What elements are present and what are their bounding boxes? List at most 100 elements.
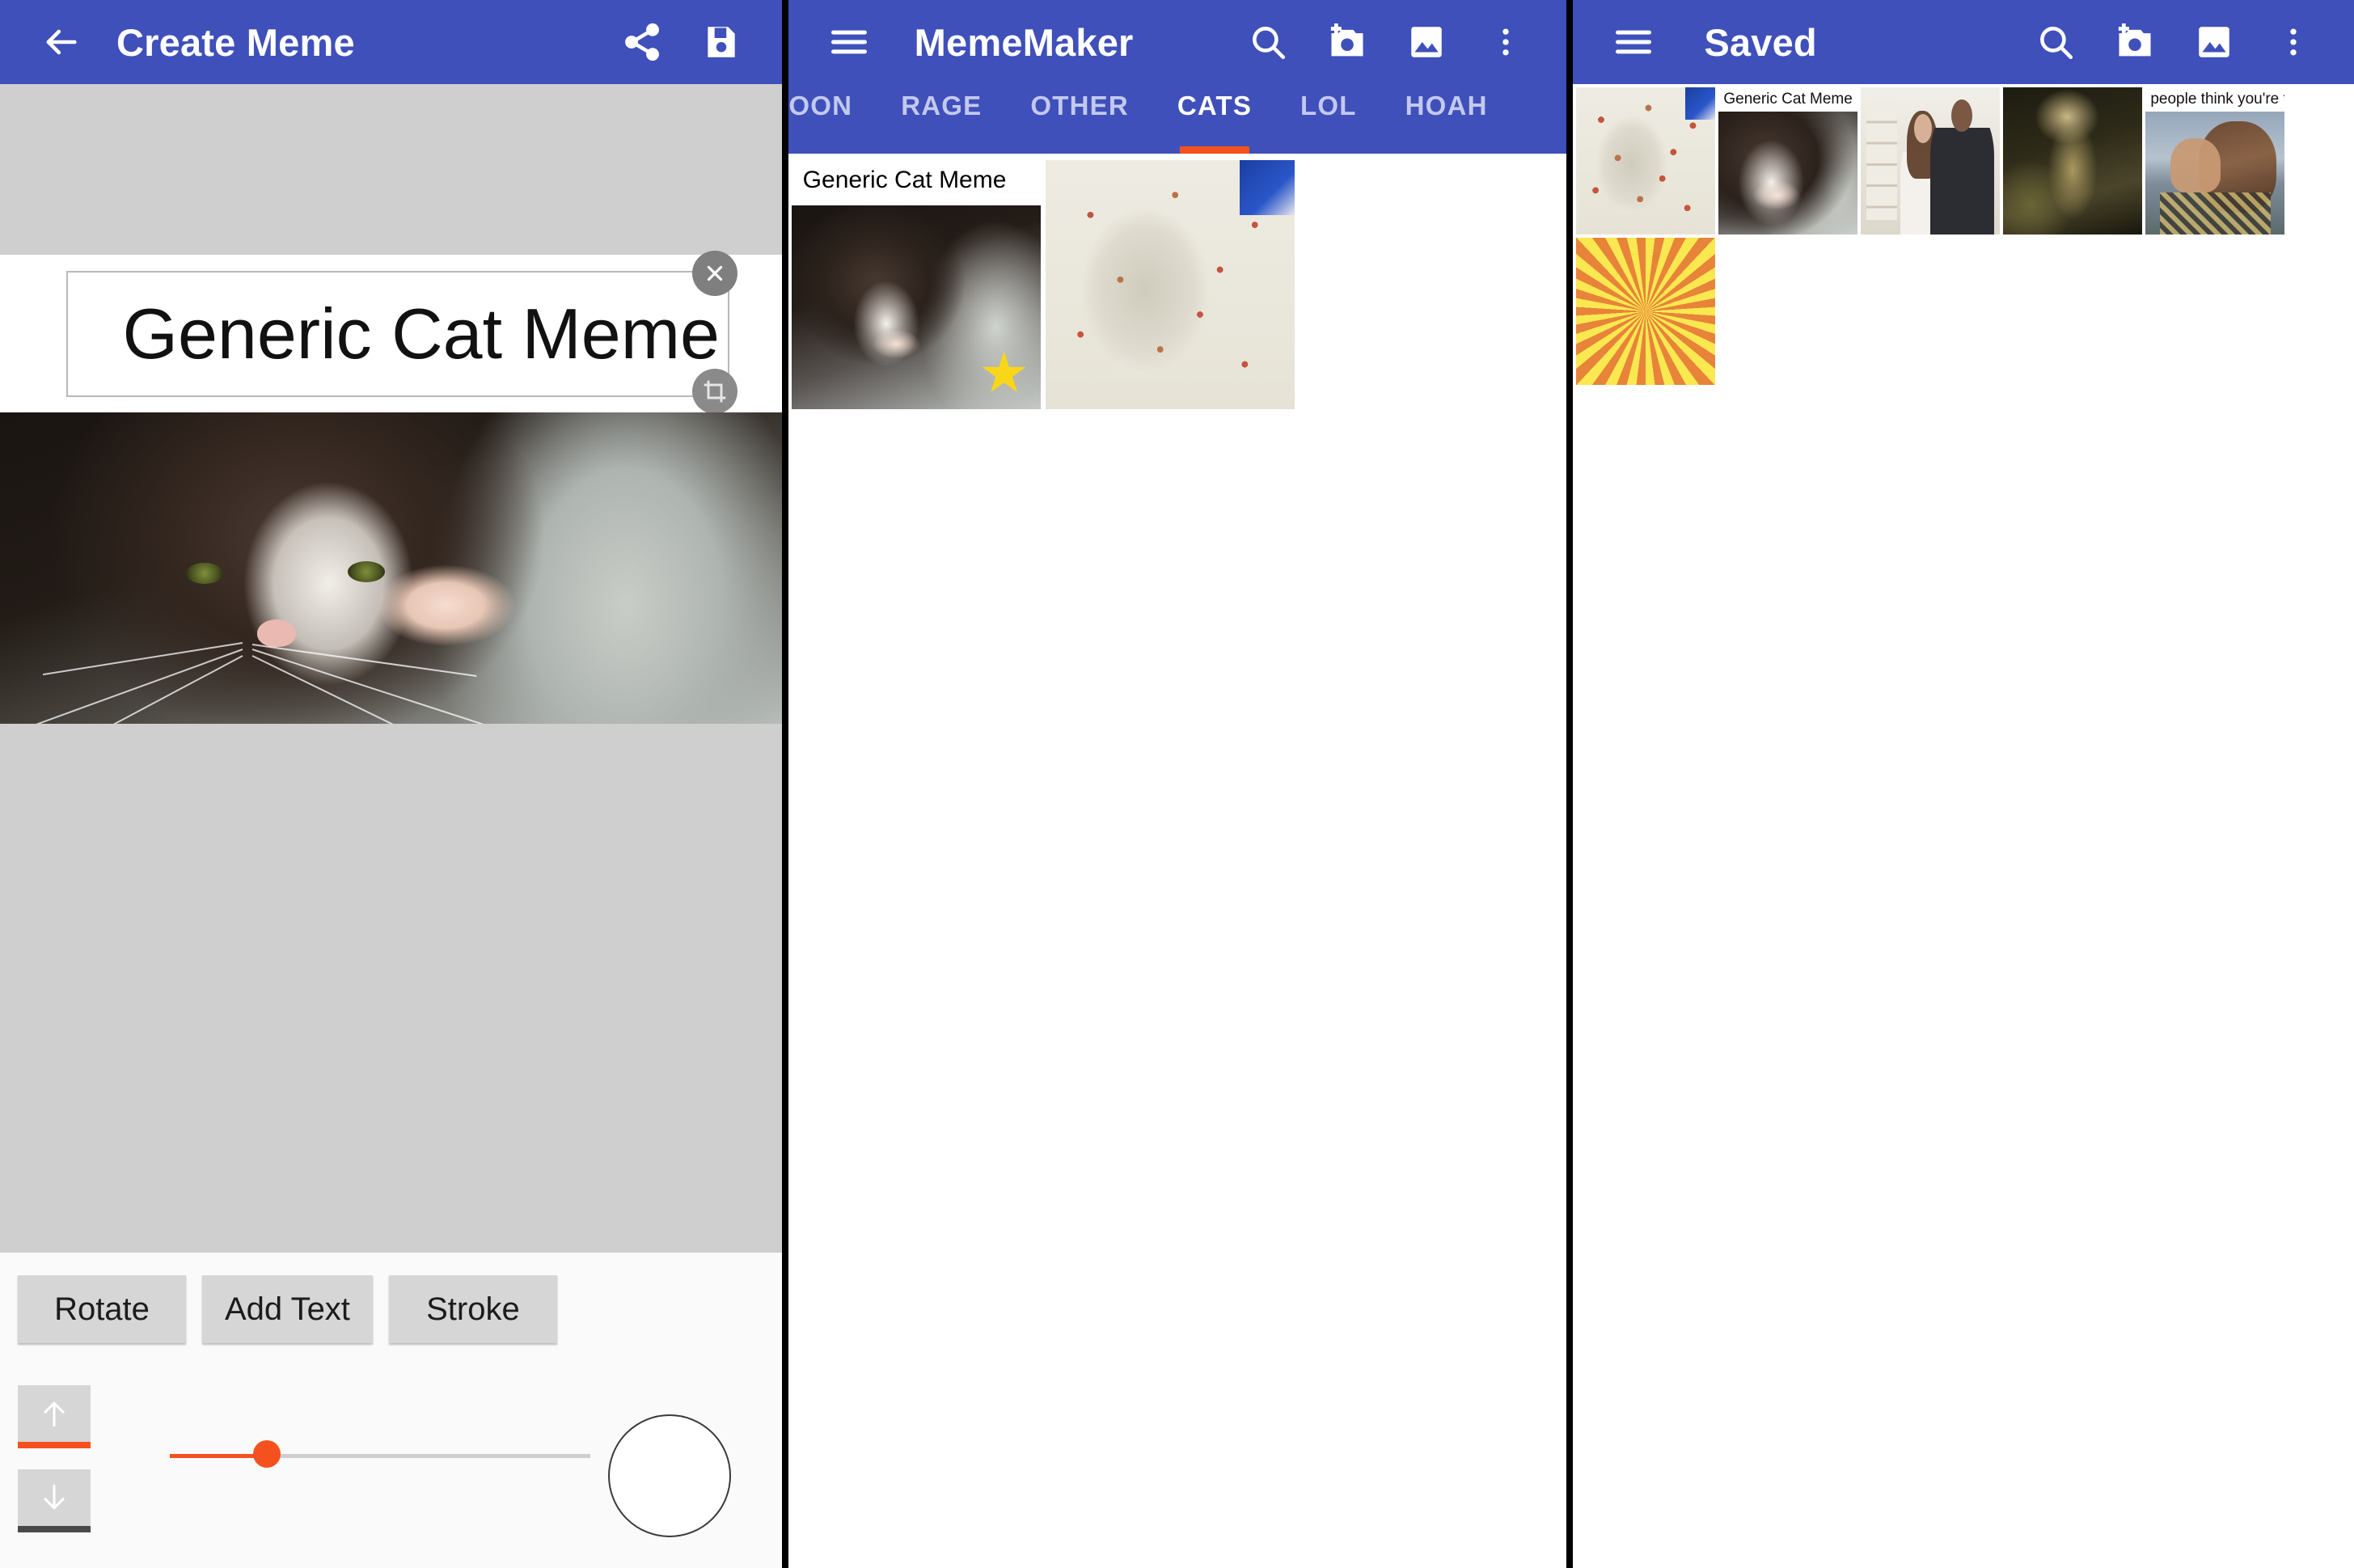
color-swatch-button[interactable] — [608, 1414, 731, 1537]
gallery-button[interactable] — [1387, 22, 1466, 62]
rug-flag-corner — [1684, 87, 1716, 120]
tab-rage[interactable]: RAGE — [877, 84, 1006, 154]
favorite-star-icon[interactable]: ★ — [978, 344, 1031, 401]
search-icon — [1248, 22, 1288, 62]
share-button[interactable] — [602, 21, 682, 63]
editor-button-row: Rotate Add Text Stroke — [0, 1253, 782, 1343]
image-icon — [2194, 22, 2234, 62]
cat-eye-right — [348, 561, 385, 582]
bookshelf-art — [1866, 102, 1898, 220]
menu-button[interactable] — [1594, 21, 1673, 63]
category-tab-bar: TOON RAGE OTHER CATS LOL HOAH — [788, 84, 1567, 154]
arrow-back-icon — [40, 21, 82, 63]
rotate-button[interactable]: Rotate — [18, 1275, 186, 1343]
back-button[interactable] — [21, 21, 100, 63]
cat-eye-left — [186, 563, 223, 584]
meme-text-box[interactable]: Generic Cat Meme — [66, 271, 729, 397]
slider-thumb[interactable] — [252, 1440, 281, 1468]
page-title: Create Meme — [116, 20, 355, 64]
meme-caption: Generic Cat Meme — [791, 160, 1041, 202]
more-options-button[interactable] — [2254, 24, 2333, 60]
panel-create-meme: Create Meme Generic Cat Meme Rotate Add … — [0, 0, 782, 1568]
font-size-slider[interactable] — [170, 1440, 590, 1468]
crop-icon — [702, 378, 728, 404]
sunburst-art — [1576, 238, 1716, 385]
page-title: MemeMaker — [914, 20, 1134, 64]
add-text-button[interactable]: Add Text — [202, 1275, 373, 1343]
saved-meme-caption: Generic Cat Meme — [1718, 87, 1858, 112]
saved-thumbnail — [2003, 87, 2143, 235]
rug-flag-corner — [1239, 160, 1295, 215]
arrow-up-icon — [36, 1396, 72, 1431]
tab-label: RAGE — [901, 91, 983, 120]
tab-other[interactable]: OTHER — [1006, 84, 1153, 154]
saved-meme-card[interactable]: Generic Cat Meme — [1718, 87, 1858, 235]
search-icon — [2035, 22, 2076, 62]
woman-head-art — [1913, 113, 1933, 144]
panel-saved: Saved Generic Cat Meme people think you'… — [1573, 0, 2354, 1568]
meme-card[interactable] — [1045, 160, 1295, 409]
saved-meme-card[interactable] — [1576, 87, 1716, 235]
hamburger-menu-icon — [828, 21, 870, 63]
cat-nose — [257, 619, 296, 647]
size-control-row — [0, 1374, 782, 1544]
close-icon — [703, 261, 727, 285]
move-up-button[interactable] — [18, 1385, 91, 1448]
panel-meme-gallery: MemeMaker OON RAGE OTHER CATS LOL HOAH G… — [788, 0, 1567, 1568]
drake-art — [2145, 112, 2285, 235]
add-photo-camera-icon — [1326, 21, 1368, 63]
page-title: Saved — [1704, 20, 1817, 64]
tab-label: HOAH — [1405, 91, 1488, 120]
tab-label: TOON — [788, 91, 853, 120]
tab-toon[interactable]: TOON — [788, 84, 877, 154]
image-icon — [1406, 22, 1447, 62]
camera-button[interactable] — [1308, 21, 1387, 63]
camera-button[interactable] — [2095, 21, 2174, 63]
gallery-button[interactable] — [2174, 22, 2254, 62]
search-button[interactable] — [1228, 22, 1308, 62]
panel-divider-2 — [1566, 0, 1574, 1568]
meme-text-value: Generic Cat Meme — [122, 294, 720, 374]
overflow-menu-icon — [1488, 24, 1524, 60]
add-photo-camera-icon — [2114, 21, 2156, 63]
tab-label: OTHER — [1030, 91, 1129, 120]
search-button[interactable] — [2016, 22, 2095, 62]
hamburger-menu-icon — [1612, 21, 1655, 63]
meme-card[interactable]: Generic Cat Meme ★ — [791, 160, 1041, 409]
text-delete-handle[interactable] — [692, 251, 737, 296]
meme-canvas[interactable]: Generic Cat Meme — [0, 84, 782, 1253]
editor-toolbar: Rotate Add Text Stroke — [0, 1253, 782, 1568]
move-down-button[interactable] — [18, 1469, 91, 1532]
saved-meme-card[interactable] — [2003, 87, 2143, 235]
saved-meme-card[interactable]: people think you're the character — [2145, 87, 2285, 235]
meme-image[interactable] — [0, 412, 782, 724]
tab-hoah[interactable]: HOAH — [1381, 84, 1512, 154]
man-head-art — [1951, 99, 1972, 132]
overflow-menu-icon — [2276, 24, 2311, 60]
stroke-button[interactable]: Stroke — [388, 1275, 557, 1343]
saved-thumbnail — [1861, 87, 2001, 235]
saved-thumbnail — [1718, 112, 1858, 235]
saved-appbar: Saved — [1573, 0, 2354, 84]
tab-cats[interactable]: CATS — [1153, 84, 1276, 154]
saved-meme-grid: Generic Cat Meme people think you're — [1573, 84, 2354, 385]
saved-meme-card[interactable] — [1861, 87, 2001, 235]
tab-label: LOL — [1300, 91, 1357, 120]
text-resize-handle[interactable] — [692, 369, 737, 414]
create-meme-appbar: Create Meme — [0, 0, 782, 84]
saved-thumbnail — [1576, 238, 1716, 385]
save-button[interactable] — [682, 22, 761, 62]
cat-rug-art — [1576, 87, 1716, 235]
saved-thumbnail — [2145, 112, 2285, 235]
painting-art — [2003, 87, 2143, 235]
menu-button[interactable] — [809, 21, 889, 63]
drake-chain-art — [2159, 192, 2272, 235]
saved-meme-card[interactable] — [1576, 238, 1716, 385]
tab-underline — [1180, 146, 1249, 154]
more-options-button[interactable] — [1466, 24, 1545, 60]
tab-lol[interactable]: LOL — [1276, 84, 1381, 154]
meme-grid: Generic Cat Meme ★ — [788, 154, 1567, 409]
kitten-photo — [0, 412, 782, 724]
saved-meme-caption: people think you're the character — [2145, 87, 2285, 112]
meme-thumbnail — [1045, 160, 1295, 409]
